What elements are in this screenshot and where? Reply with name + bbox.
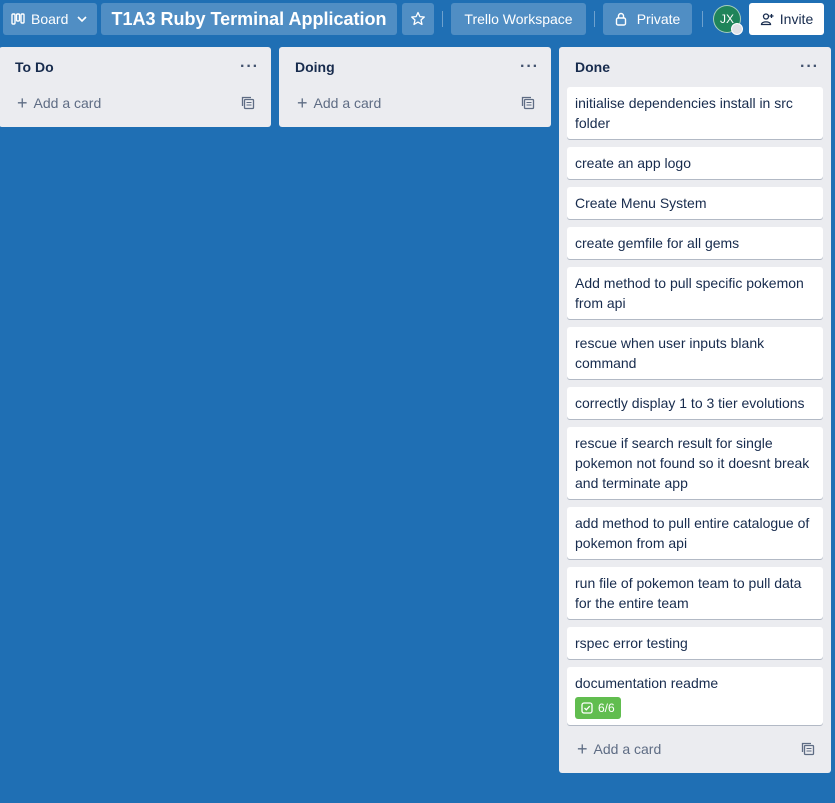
card[interactable]: run file of pokemon team to pull data fo…: [567, 567, 823, 619]
chevron-down-icon: [76, 13, 88, 25]
view-switcher-button[interactable]: Board: [3, 3, 97, 35]
star-icon: [410, 11, 426, 27]
header-divider: [594, 11, 595, 27]
card-title: documentation readme: [575, 675, 719, 691]
more-icon[interactable]: ···: [240, 58, 259, 76]
visibility-button[interactable]: Private: [603, 3, 692, 35]
plus-icon: +: [297, 93, 308, 113]
card[interactable]: add method to pull entire catalogue of p…: [567, 507, 823, 559]
list-title[interactable]: Done: [575, 59, 610, 75]
invite-button[interactable]: Invite: [749, 3, 824, 35]
card[interactable]: rescue if search result for single pokem…: [567, 427, 823, 499]
card[interactable]: create an app logo: [567, 147, 823, 179]
list-done: Done ··· initialise dependencies install…: [559, 47, 831, 773]
card[interactable]: rspec error testing: [567, 627, 823, 659]
workspace-button[interactable]: Trello Workspace: [451, 3, 586, 35]
add-card-button[interactable]: + Add a card: [7, 87, 263, 119]
board-header: Board T1A3 Ruby Terminal Application Tre…: [0, 0, 835, 38]
star-button[interactable]: [402, 3, 434, 35]
add-card-label: Add a card: [33, 95, 102, 111]
lock-icon: [615, 12, 627, 26]
card-template-icon[interactable]: [521, 96, 535, 110]
header-divider: [442, 11, 443, 27]
board-title[interactable]: T1A3 Ruby Terminal Application: [101, 3, 397, 35]
card[interactable]: initialise dependencies install in src f…: [567, 87, 823, 139]
checklist-icon: [581, 702, 593, 714]
card[interactable]: Create Menu System: [567, 187, 823, 219]
card-template-icon[interactable]: [241, 96, 255, 110]
card-template-icon[interactable]: [801, 742, 815, 756]
add-person-icon: [760, 12, 774, 26]
card-list: initialise dependencies install in src f…: [567, 87, 823, 725]
card[interactable]: documentation readme 6/6: [567, 667, 823, 725]
view-switcher-label: Board: [31, 11, 69, 27]
card[interactable]: create gemfile for all gems: [567, 227, 823, 259]
card[interactable]: correctly display 1 to 3 tier evolutions: [567, 387, 823, 419]
list-header: To Do ···: [7, 47, 263, 87]
more-icon[interactable]: ···: [800, 58, 819, 76]
list-to-do: To Do ··· + Add a card: [0, 47, 271, 127]
card[interactable]: rescue when user inputs blank command: [567, 327, 823, 379]
checklist-badge: 6/6: [575, 697, 621, 719]
visibility-label: Private: [636, 11, 681, 27]
invite-label: Invite: [779, 11, 814, 27]
plus-icon: +: [577, 739, 588, 759]
checklist-count: 6/6: [598, 701, 615, 715]
add-card-label: Add a card: [313, 95, 382, 111]
card[interactable]: Add method to pull specific pokemon from…: [567, 267, 823, 319]
board-icon: [11, 12, 25, 26]
add-card-button[interactable]: + Add a card: [287, 87, 543, 119]
list-header: Done ···: [567, 47, 823, 87]
more-icon[interactable]: ···: [520, 58, 539, 76]
add-card-label: Add a card: [593, 741, 662, 757]
list-doing: Doing ··· + Add a card: [279, 47, 551, 127]
add-card-button[interactable]: + Add a card: [567, 733, 823, 765]
list-header: Doing ···: [287, 47, 543, 87]
avatar[interactable]: JX: [713, 5, 743, 35]
admin-badge-icon: [731, 23, 743, 35]
list-title[interactable]: Doing: [295, 59, 335, 75]
header-divider: [702, 11, 703, 27]
list-title[interactable]: To Do: [15, 59, 54, 75]
plus-icon: +: [17, 93, 28, 113]
